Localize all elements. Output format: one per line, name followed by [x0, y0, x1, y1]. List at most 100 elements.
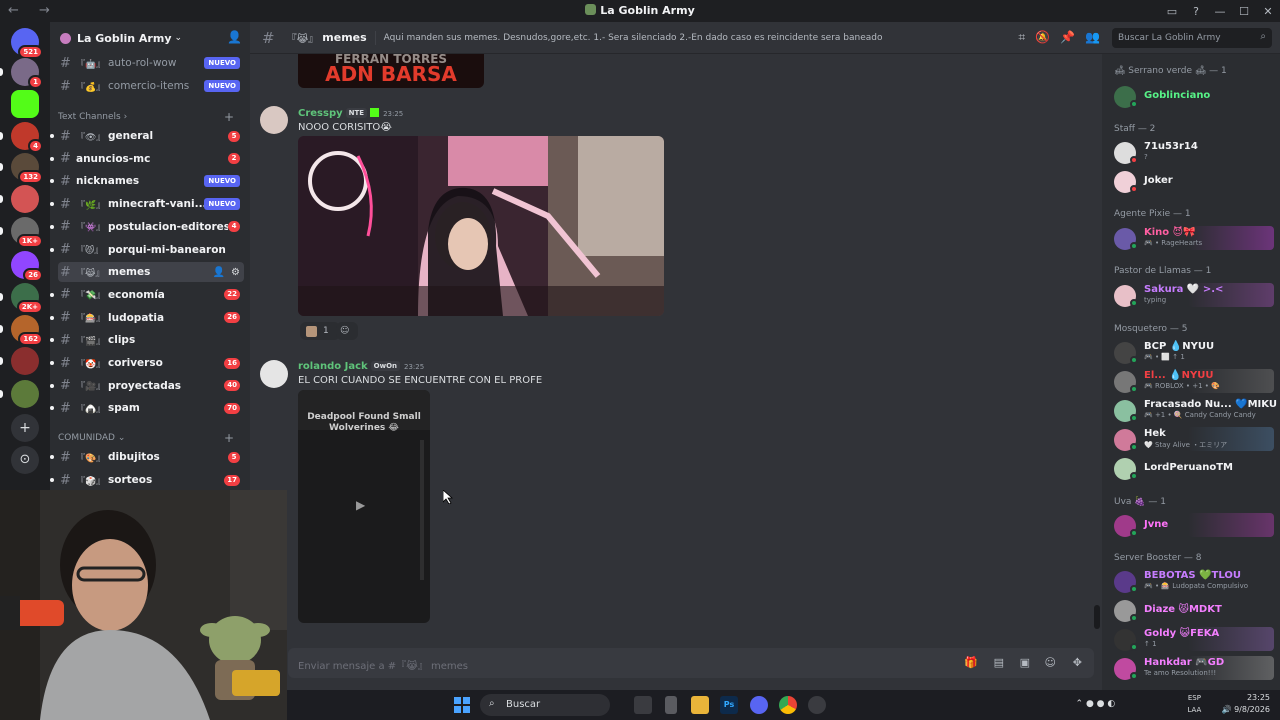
- maximize-icon[interactable]: ☐: [1232, 5, 1256, 18]
- gift-icon[interactable]: 🎁: [964, 656, 978, 669]
- channel-econom-a[interactable]: # 『💸』 economía 22: [50, 285, 244, 305]
- inbox-icon[interactable]: ▭: [1160, 5, 1184, 18]
- channel-topic[interactable]: Aqui manden sus memes. Desnudos,gore,etc…: [384, 33, 883, 43]
- settings-gear-icon[interactable]: ⚙: [231, 267, 240, 278]
- server-icon-kick[interactable]: [11, 90, 39, 118]
- help-icon[interactable]: ?: [1184, 5, 1208, 18]
- invite-icon[interactable]: 👤: [213, 267, 225, 278]
- member-item[interactable]: El... 💧NYUU 🎮 ROBLOX • +1 • 🎨: [1108, 369, 1274, 393]
- photoshop-icon[interactable]: Ps: [720, 696, 738, 714]
- category-comunidad[interactable]: COMUNIDAD ⌄ +: [58, 431, 244, 445]
- member-item[interactable]: Jvne: [1108, 513, 1274, 537]
- sticker-icon[interactable]: ▣: [1020, 656, 1030, 669]
- channel-nicknames[interactable]: # nicknames NUEVO: [50, 171, 244, 191]
- category-text-channels[interactable]: Text Channels › +: [58, 110, 244, 124]
- close-icon[interactable]: ✕: [1256, 5, 1280, 18]
- server-icon-home[interactable]: 521: [11, 28, 43, 59]
- member-item[interactable]: Fracasado Nu... 💙MIKU 🎮 +1 • 🍭 Candy Cand…: [1108, 398, 1277, 422]
- app-icon[interactable]: [808, 696, 826, 714]
- member-item[interactable]: Hankdar 🎮GD Te amo Resolution!!!: [1108, 656, 1274, 680]
- server-icon-server-1[interactable]: 1: [11, 58, 43, 89]
- play-icon[interactable]: ▶: [356, 498, 365, 512]
- author-name[interactable]: Cresspy: [298, 108, 343, 119]
- member-item[interactable]: Diaze 😾MDKT: [1108, 598, 1274, 622]
- server-icon-server-8[interactable]: 2K+: [11, 283, 43, 314]
- server-icon-server-4[interactable]: 132: [11, 153, 43, 184]
- minimize-icon[interactable]: —: [1208, 5, 1232, 18]
- server-icon-server-6[interactable]: 1K+: [11, 217, 43, 248]
- channel-coriverso[interactable]: # 『🤡』 coriverso 16: [50, 353, 244, 373]
- add-channel-icon[interactable]: +: [224, 110, 234, 124]
- previous-image[interactable]: FERRAN TORRES ADN BARSA: [298, 54, 484, 88]
- server-icon-twitch[interactable]: 26: [11, 251, 43, 282]
- channel-minecraft-vani[interactable]: # 『🌿』 minecraft-vani... NUEVO: [50, 194, 244, 214]
- author-name[interactable]: rolando Jack: [298, 361, 368, 372]
- channel-sorteos[interactable]: # 『🎲』 sorteos 17: [50, 470, 244, 490]
- search-input[interactable]: Buscar La Goblin Army ⌕: [1112, 28, 1272, 48]
- member-item[interactable]: Joker: [1108, 169, 1274, 193]
- webcam-image: [0, 490, 287, 720]
- channel-comercio-items[interactable]: # 『💰』 comercio-items NUEVO: [58, 76, 244, 96]
- new-badge: NUEVO: [204, 198, 240, 211]
- channel-postulacion-editores[interactable]: # 『👾』 postulacion-editores 4: [50, 217, 244, 237]
- add-server-icon[interactable]: +: [11, 414, 39, 442]
- add-channel-icon[interactable]: +: [224, 431, 234, 445]
- channel-general[interactable]: # 『👁』 general 5: [50, 126, 244, 146]
- timestamp: 23:25: [404, 363, 425, 371]
- server-header[interactable]: La Goblin Army ⌄ 👤: [50, 22, 250, 54]
- server-icon-server-10[interactable]: [11, 347, 39, 375]
- apps-icon[interactable]: ✥: [1073, 656, 1082, 669]
- mute-bell-icon[interactable]: 🔕: [1035, 30, 1050, 45]
- channel-dibujitos[interactable]: # 『🎨』 dibujitos 5: [50, 447, 244, 467]
- gif-icon[interactable]: ▤: [994, 656, 1004, 669]
- discover-icon[interactable]: ⊙: [11, 446, 39, 474]
- member-item[interactable]: Sakura 🤍 >.< typing: [1108, 283, 1274, 307]
- invite-icon[interactable]: 👤: [227, 30, 242, 44]
- system-tray[interactable]: ⌃ ● ● ◐ ESP LAA 🔊 23:25 9/8/2026: [1076, 692, 1270, 716]
- language-indicator[interactable]: ESP LAA: [1187, 692, 1201, 716]
- app-icon[interactable]: [665, 696, 677, 714]
- tray-icons[interactable]: ⌃ ● ● ◐: [1076, 698, 1116, 710]
- file-explorer-icon[interactable]: [691, 696, 709, 714]
- member-item[interactable]: BCP 💧NYUU 🎮 • ⬜ ↑ 1: [1108, 340, 1274, 364]
- channel-auto-rol-wow[interactable]: # 『🤖』 auto-rol-wow NUEVO: [58, 53, 244, 73]
- channel-ludopatia[interactable]: # 『🎰』 ludopatia 26: [50, 308, 244, 328]
- server-icon-server-11[interactable]: [11, 380, 39, 408]
- channel-anuncios-mc[interactable]: # anuncios-mc 2: [50, 149, 244, 169]
- pin-icon[interactable]: 📌: [1060, 30, 1075, 45]
- reaction-button[interactable]: 1: [300, 322, 340, 340]
- member-item[interactable]: Goblinciano: [1108, 84, 1274, 108]
- taskbar-search[interactable]: ⌕ Buscar: [480, 694, 610, 716]
- discord-icon[interactable]: [750, 696, 768, 714]
- channel-spam[interactable]: # 『🍙』 spam 70: [50, 398, 244, 418]
- channel-memes[interactable]: # 『😹』 memes 👤 ⚙: [58, 262, 244, 283]
- member-item[interactable]: Hek 🤍 Stay Alive ・エミリア: [1108, 427, 1274, 451]
- task-view-icon[interactable]: [634, 696, 652, 714]
- members-icon[interactable]: 👥: [1085, 30, 1100, 45]
- avatar[interactable]: [260, 106, 288, 134]
- threads-icon[interactable]: ⌗: [1018, 30, 1025, 45]
- message-scrollbar[interactable]: [1094, 605, 1100, 629]
- message-image[interactable]: [298, 136, 664, 316]
- member-item[interactable]: BEBOTAS 💚TLOU 🎮 • 🎰 Ludopata Compulsivo: [1108, 569, 1274, 593]
- channel-porqui-mi-banearon[interactable]: # 『😾』 porqui-mi-banearon: [50, 240, 244, 260]
- video-embed[interactable]: Deadpool Found Small Wolverines 😂 ▶: [298, 390, 430, 623]
- server-badge: 26: [23, 268, 43, 282]
- emoji-picker-icon[interactable]: ☺: [1045, 656, 1056, 669]
- member-item[interactable]: Goldy 😺FEKA ↑ 1: [1108, 627, 1274, 651]
- server-icon-server-3[interactable]: 4: [11, 122, 43, 153]
- channel-proyectadas[interactable]: # 『🎥』 proyectadas 40: [50, 376, 244, 396]
- add-reaction-button[interactable]: ☺: [336, 322, 358, 340]
- channel-clips[interactable]: # 『🎬』 clips: [50, 330, 244, 350]
- chrome-icon[interactable]: [779, 696, 797, 714]
- server-icon-server-9[interactable]: 162: [11, 315, 43, 346]
- message-composer[interactable]: Enviar mensaje a #『😹』 memes 🎁 ▤ ▣ ☺ ✥: [288, 648, 1094, 678]
- clock[interactable]: 🔊 23:25 9/8/2026: [1222, 692, 1270, 716]
- channel-title: memes: [322, 31, 367, 44]
- avatar[interactable]: [260, 360, 288, 388]
- server-icon-server-5[interactable]: [11, 185, 39, 213]
- member-item[interactable]: LordPeruanoTM: [1108, 456, 1274, 480]
- windows-start-icon[interactable]: [453, 696, 471, 714]
- member-item[interactable]: 71u53r14?: [1108, 140, 1274, 164]
- member-item[interactable]: Kino 😈🎀 🎮 • RageHearts: [1108, 226, 1274, 250]
